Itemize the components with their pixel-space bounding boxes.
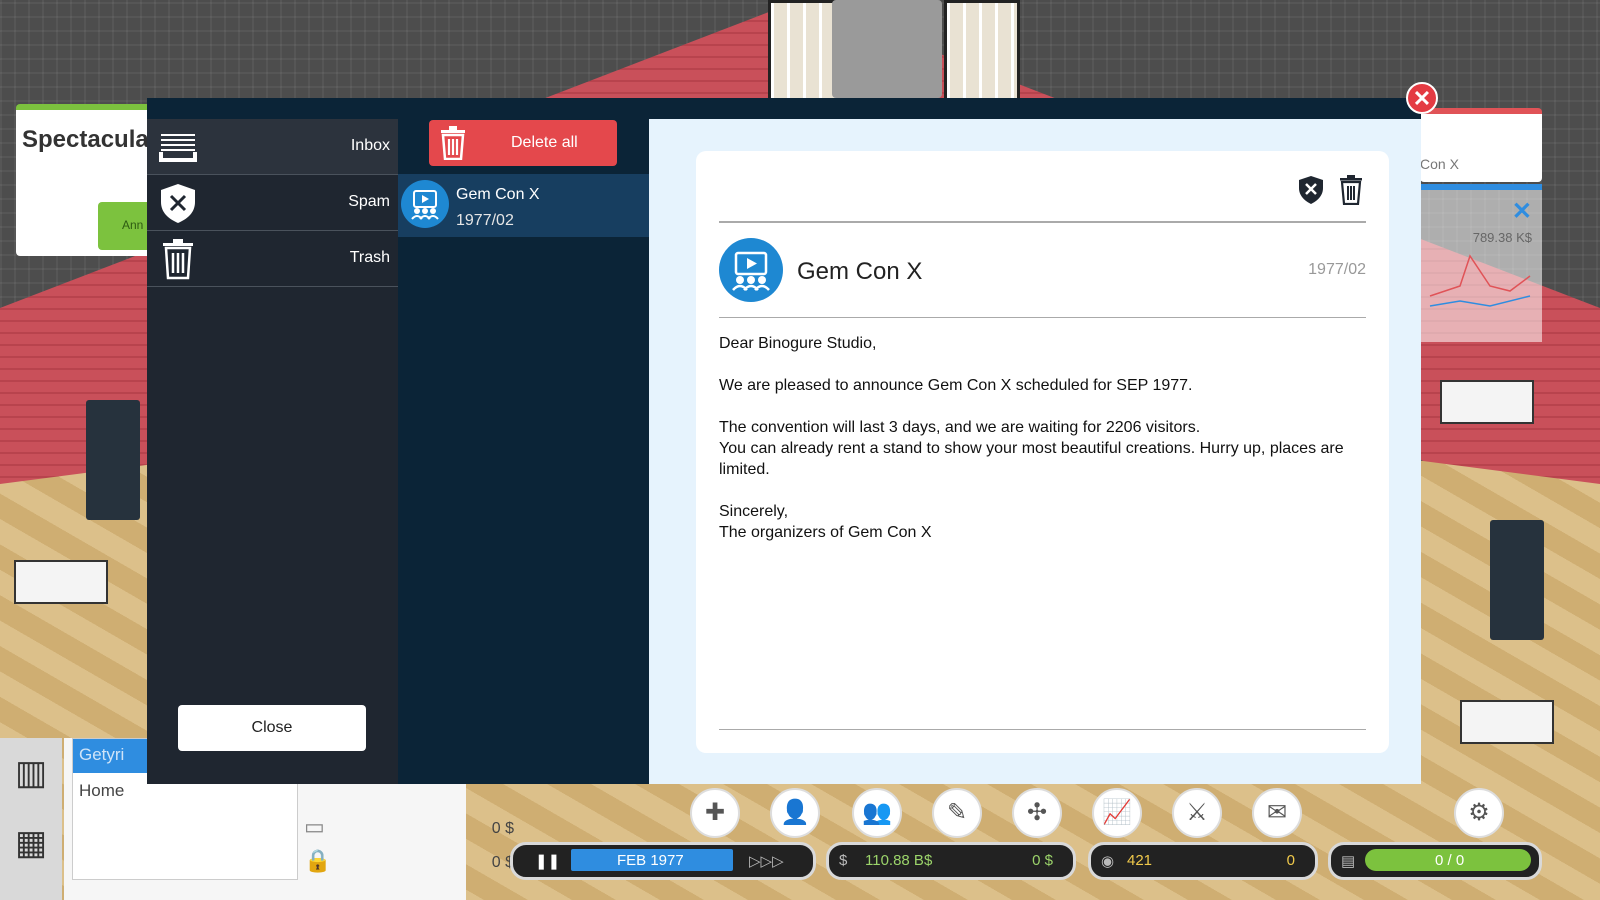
window	[944, 0, 1020, 104]
fans-icon: ◉	[1101, 853, 1115, 870]
popup-card-title: Spectacula	[22, 126, 149, 153]
message-list: Delete all Gem Con X 1977/02	[398, 119, 649, 784]
message-header-date: 1977/02	[1308, 261, 1366, 278]
research-icon: ▤	[1341, 853, 1356, 870]
message-item[interactable]: Gem Con X 1977/02	[398, 174, 649, 237]
cost-row: 🔒 0 $	[304, 848, 514, 878]
money-bar: $ 110.88 B$ 0 $	[826, 842, 1076, 880]
cost-row: ▭ 0 $	[304, 814, 514, 844]
money-value: 110.88 B$	[865, 852, 933, 869]
message-date: 1977/02	[456, 212, 514, 229]
message-body: Dear Binogure Studio, We are pleased to …	[719, 333, 1359, 543]
stats-icon[interactable]: 📈	[1092, 788, 1142, 838]
building-icon[interactable]: ▥	[0, 738, 62, 808]
delete-all-button[interactable]: Delete all	[429, 120, 617, 166]
date-bar: ❚❚ FEB 1977 ▷▷▷	[510, 842, 816, 880]
main-toolbar: ✚ 👤 👥 ✎ ✣ 📈 ⚔ ✉ ⚙	[672, 788, 1512, 838]
divider	[719, 221, 1366, 223]
printer	[832, 0, 942, 98]
settings-icon[interactable]: ⚙	[1454, 788, 1504, 838]
convention-icon	[401, 180, 449, 228]
research-value: 0 / 0	[1435, 852, 1465, 869]
employee-icon[interactable]: 👤	[770, 788, 820, 838]
pause-icon[interactable]: ❚❚	[535, 852, 560, 870]
folder-list: Inbox Spam Trash Close	[147, 119, 398, 784]
network-icon[interactable]: ✣	[1012, 788, 1062, 838]
event-popup-card: Con X	[1420, 108, 1542, 182]
spam-shield-icon	[161, 184, 195, 223]
map-icon[interactable]: ▦	[0, 808, 62, 878]
divider	[719, 317, 1366, 318]
sales-value: 789.38 K$	[1472, 230, 1532, 245]
computer-icon: ▭	[304, 814, 325, 839]
mail-dialog: Inbox Spam Trash Close Delete all Gem Co…	[147, 98, 1421, 784]
game-date: FEB 1977	[617, 852, 684, 869]
money-delta: 0 $	[1032, 852, 1053, 869]
folder-spam[interactable]: Spam	[147, 175, 398, 231]
team-icon[interactable]: 👥	[852, 788, 902, 838]
folder-label: Trash	[349, 249, 390, 266]
project-popup-card: Spectacula Ann	[16, 104, 158, 256]
desk	[1460, 700, 1554, 744]
dialog-close-icon[interactable]: ✕	[1406, 82, 1438, 114]
fans-bar: ◉ 421 0	[1088, 842, 1318, 880]
message-signature: The organizers of Gem Con X	[719, 524, 932, 541]
folder-inbox[interactable]: Inbox	[147, 119, 398, 175]
bottom-left-icon-bar: ▥ ▦	[0, 738, 62, 900]
message-paragraph: You can already rent a stand to show you…	[719, 440, 1344, 478]
money-icon: $	[839, 852, 848, 869]
desk	[1440, 380, 1534, 424]
research-bar: ▤ 0 / 0	[1328, 842, 1542, 880]
inbox-icon	[159, 134, 197, 162]
message-paragraph: We are pleased to announce Gem Con X sch…	[719, 377, 1193, 394]
delete-message-icon[interactable]	[1337, 175, 1365, 205]
cost-value: 0 $	[491, 820, 514, 837]
message-title: Gem Con X	[797, 258, 923, 285]
fans-value: 421	[1127, 852, 1153, 869]
folder-label: Inbox	[350, 137, 390, 154]
bookshelf	[1490, 520, 1544, 640]
lock-icon: 🔒	[304, 848, 332, 873]
message-reader: Gem Con X 1977/02 Dear Binogure Studio, …	[649, 119, 1421, 784]
message-card: Gem Con X 1977/02 Dear Binogure Studio, …	[696, 151, 1389, 753]
close-button[interactable]: Close	[178, 705, 366, 751]
trash-icon	[163, 239, 193, 280]
message-subject: Gem Con X	[456, 186, 540, 203]
folder-trash[interactable]: Trash	[147, 231, 398, 287]
convention-icon	[719, 238, 783, 302]
trash-icon	[441, 126, 465, 160]
message-greeting: Dear Binogure Studio,	[719, 335, 877, 352]
desk	[14, 560, 108, 604]
folder-label: Spam	[348, 193, 390, 210]
add-icon[interactable]: ✚	[690, 788, 740, 838]
message-paragraph: The convention will last 3 days, and we …	[719, 419, 1201, 436]
delete-all-label: Delete all	[511, 134, 578, 151]
tools-icon[interactable]: ✎	[932, 788, 982, 838]
sales-line-chart	[1429, 254, 1531, 307]
sales-chart-panel: ✕ 789.38 K$	[1420, 184, 1542, 342]
panel-close-icon[interactable]: ✕	[1512, 200, 1532, 224]
event-popup-text: Con X	[1420, 156, 1459, 172]
speed-icon[interactable]: ▷▷▷	[749, 852, 784, 870]
mark-spam-icon[interactable]	[1297, 175, 1325, 205]
bookshelf	[86, 400, 140, 520]
competition-icon[interactable]: ⚔	[1172, 788, 1222, 838]
mail-icon[interactable]: ✉	[1252, 788, 1302, 838]
fans-delta: 0	[1286, 852, 1295, 869]
message-closing: Sincerely,	[719, 503, 789, 520]
divider	[719, 729, 1366, 730]
